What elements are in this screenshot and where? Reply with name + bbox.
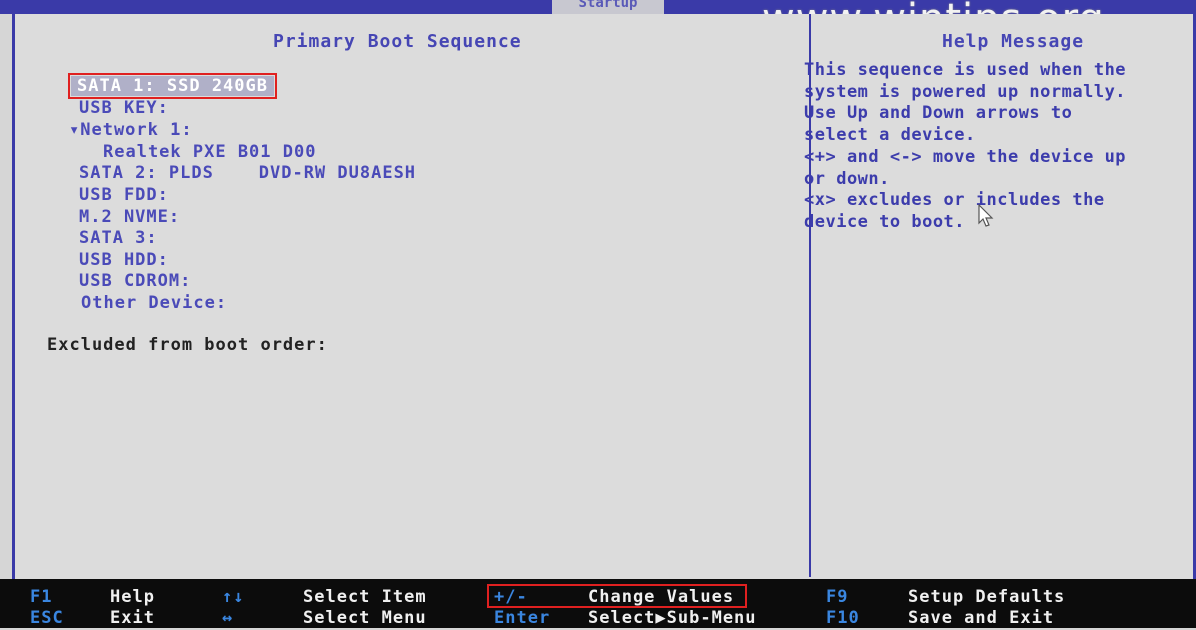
boot-item-usb-cdrom[interactable]: USB CDROM:	[79, 271, 191, 291]
boot-item-usb-hdd[interactable]: USB HDD:	[79, 250, 169, 270]
key-f1: F1	[30, 587, 53, 607]
key-enter-desc: Select▶Sub-Menu	[588, 608, 757, 628]
boot-item-realtek-pxe[interactable]: Realtek PXE B01 D00	[103, 142, 316, 162]
legend-row-2: ESC Exit ↔ Select Menu Enter Select▶Sub-…	[0, 608, 1196, 630]
boot-item-usb-key[interactable]: USB KEY:	[79, 98, 169, 118]
key-up-down-desc: Select Item	[303, 587, 427, 607]
boot-sequence-pane: Primary Boot Sequence SATA 1: SSD 240GB …	[15, 14, 811, 577]
excluded-label: Excluded from boot order:	[47, 335, 328, 355]
key-left-right: ↔	[222, 608, 234, 628]
key-f9-desc: Setup Defaults	[908, 587, 1066, 607]
key-f10: F10	[826, 608, 860, 628]
key-enter: Enter	[494, 608, 551, 628]
key-f1-desc: Help	[110, 587, 155, 607]
boot-item-sata1[interactable]: SATA 1: SSD 240GB	[68, 73, 277, 99]
key-left-right-desc: Select Menu	[303, 608, 427, 628]
boot-item-other-device[interactable]: Other Device:	[81, 293, 227, 313]
help-title: Help Message	[942, 31, 1085, 52]
boot-item-m2-nvme[interactable]: M.2 NVME:	[79, 207, 180, 227]
key-up-down: ↑↓	[222, 587, 245, 607]
key-f9: F9	[826, 587, 849, 607]
key-f10-desc: Save and Exit	[908, 608, 1055, 628]
pane-title: Primary Boot Sequence	[273, 31, 522, 52]
boot-item-sata3[interactable]: SATA 3:	[79, 228, 158, 248]
change-values-highlight	[487, 584, 747, 608]
key-esc-desc: Exit	[110, 608, 155, 628]
boot-item-sata2[interactable]: SATA 2: PLDS DVD-RW DU8AESH	[79, 163, 416, 183]
boot-item-network[interactable]: ▾Network 1:	[69, 120, 193, 140]
tab-startup[interactable]: Startup	[552, 0, 664, 14]
boot-item-usb-fdd[interactable]: USB FDD:	[79, 185, 169, 205]
key-esc: ESC	[30, 608, 64, 628]
